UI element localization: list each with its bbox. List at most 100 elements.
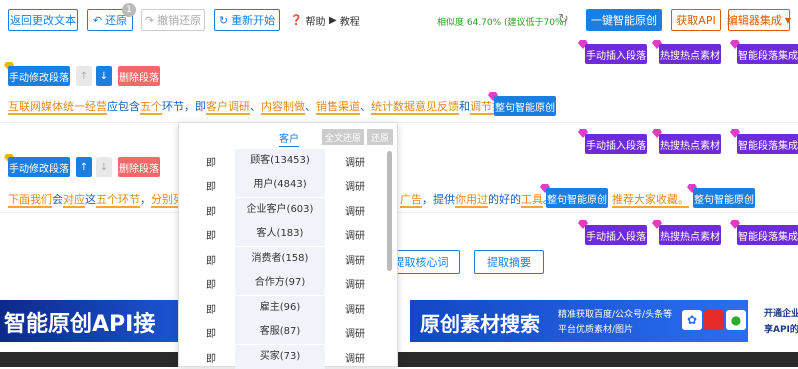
word[interactable]: 工具 [521,193,543,208]
cell: 即 [206,279,216,291]
word[interactable]: 内容 [261,100,283,115]
paragraph-1[interactable]: 互联网媒体统一经营应包含五个环节，即客户调研、内容制做、销售渠道、统计数据意见反… [8,98,525,115]
word: 和 [459,100,470,113]
full-restore-button[interactable]: 全文还原 [322,129,364,145]
refresh-similarity-icon[interactable]: ↻ [558,12,569,27]
restart-button[interactable]: ↻ 重新开始 [214,9,280,31]
api-banner-text: 智能原创API接 [4,312,156,337]
hot-material-button[interactable]: 热搜热点素材 [659,44,721,64]
cell: 调研 [345,157,365,169]
move-up-button[interactable]: ↑ [76,157,92,177]
manual-edit-button[interactable]: 手动修改段落 [8,157,70,177]
scrollbar[interactable] [387,151,392,271]
arrow-down-icon: ↓ [99,70,109,82]
word[interactable]: 渠道 [338,100,360,115]
word[interactable]: 客户 [206,100,228,115]
extract-summary-button[interactable]: 提取摘要 [474,250,544,274]
video-icon: ▶ [329,15,337,26]
help-label: 帮助 [305,17,326,28]
undo-restore-button[interactable]: ↷ 撤销还原 [141,9,205,31]
manual-insert-button[interactable]: 手动插入段落 [585,225,647,245]
word: 的 [488,193,499,206]
word[interactable]: 统计 [371,100,393,115]
list-item[interactable]: 即 买家(73) 调研 [187,345,385,369]
enterprise-line1: 开通企业 [764,309,798,319]
list-item[interactable]: 即 合作方(97) 调研 [187,271,385,295]
one-click-original-button[interactable]: 一键智能原创 [586,9,662,31]
word: 、 [305,100,316,113]
word[interactable]: 五个 [140,100,162,115]
word[interactable]: 数据 [393,100,415,115]
synonym-popup[interactable]: 客户 全文还原 还原 即 顾客(13453) 调研 即 用户(4843) 调研 即企业客… [178,122,398,369]
word: 、 [360,100,371,113]
list-item[interactable]: 即 雇主(96) 调研 [187,296,385,320]
cell[interactable]: 顾客(13453) [235,149,325,173]
smart-paragraph-button[interactable]: 智能段落集成 [737,225,798,245]
editor-integration-button[interactable]: 编辑器集成 ▼ [726,9,791,31]
cell[interactable]: 客人(183) [235,222,325,246]
word[interactable]: 环节 [118,193,140,208]
hot-material-button[interactable]: 热搜热点素材 [659,225,721,245]
cell[interactable]: 客服(87) [235,320,325,344]
hot-material-button[interactable]: 热搜热点素材 [659,134,721,154]
sentence-smart-button[interactable]: 整句智能原创 [546,188,608,208]
word[interactable]: 分别 [151,193,173,208]
word[interactable]: 调节 [470,100,492,115]
cell: 调研 [345,279,365,291]
word[interactable]: 制做 [283,100,305,115]
cell[interactable]: 买家(73) [235,345,325,369]
get-api-button[interactable]: 获取API [671,9,721,31]
word[interactable]: 销售 [316,100,338,115]
help-link[interactable]: ❓ 帮助 [290,13,325,28]
delete-paragraph-button[interactable]: 删除段落 [118,157,160,177]
back-to-edit-button[interactable]: 返回更改文本 [8,9,78,31]
cell[interactable]: 雇主(96) [235,296,325,320]
word[interactable]: 下面 [8,193,30,208]
enterprise-banner[interactable]: 开通企业 享API的 [758,300,798,342]
sentence-smart-button[interactable]: 整句智能原创 [494,96,556,116]
paragraph-2-right[interactable]: 广告，提供你用过的好的工具。 [400,191,554,208]
api-banner[interactable]: 智能原创API接 [0,300,190,342]
smart-paragraph-button[interactable]: 智能段落集成 [737,44,798,64]
editor-label: 编辑器集成 [726,14,782,27]
cell[interactable]: 企业客户(603) [235,198,325,222]
list-item[interactable]: 即 客服(87) 调研 [187,320,385,344]
material-banner-title: 原创素材搜索 [420,312,540,336]
paragraph-2-left[interactable]: 下面我们会对应这五个环节，分别列出 [8,191,195,208]
word[interactable]: 对应 [63,193,85,208]
move-down-button[interactable]: ↓ [96,66,112,86]
list-item[interactable]: 即 顾客(13453) 调研 [187,149,385,173]
word[interactable]: 我们 [30,193,52,208]
word[interactable]: 调研 [228,100,250,115]
move-down-button[interactable]: ↓ [96,157,112,177]
smart-paragraph-button[interactable]: 智能段落集成 [737,134,798,154]
manual-insert-button[interactable]: 手动插入段落 [585,134,647,154]
tab-customer[interactable]: 客户 [279,130,299,147]
cell[interactable]: 合作方(97) [235,271,325,295]
enterprise-line2: 享API的 [764,325,798,335]
word[interactable]: 用过 [466,193,488,208]
word[interactable]: 广告 [400,193,422,208]
cell[interactable]: 消费者(158) [235,247,325,271]
popup-restore-button[interactable]: 还原 [367,129,393,145]
word: 好的 [499,193,521,206]
material-search-banner[interactable]: 原创素材搜索 精准获取百度/公众号/头条等 平台优质素材/图片 ✿ ● [410,300,748,342]
tutorial-link[interactable]: ▶ 教程 [329,13,360,28]
cell[interactable]: 用户(4843) [235,173,325,197]
list-item[interactable]: 即 企业客户(603) 调研 [187,198,385,222]
word[interactable]: 五个 [96,193,118,208]
word[interactable]: 意见 [415,100,437,115]
list-item[interactable]: 即 客人(183) 调研 [187,222,385,246]
delete-paragraph-button[interactable]: 删除段落 [118,66,160,86]
move-up-button[interactable]: ↑ [76,66,92,86]
list-item[interactable]: 即 消费者(158) 调研 [187,247,385,271]
manual-insert-button[interactable]: 手动插入段落 [585,44,647,64]
sentence-smart-button[interactable]: 整句智能原创 [693,188,755,208]
word[interactable]: 互联网媒体统一经营 [8,100,107,115]
word[interactable]: 你 [455,193,466,208]
word[interactable]: 反馈 [437,100,459,115]
cell: 调研 [345,230,365,242]
manual-edit-button[interactable]: 手动修改段落 [8,66,70,86]
cell: 即 [206,181,216,193]
list-item[interactable]: 即 用户(4843) 调研 [187,173,385,197]
